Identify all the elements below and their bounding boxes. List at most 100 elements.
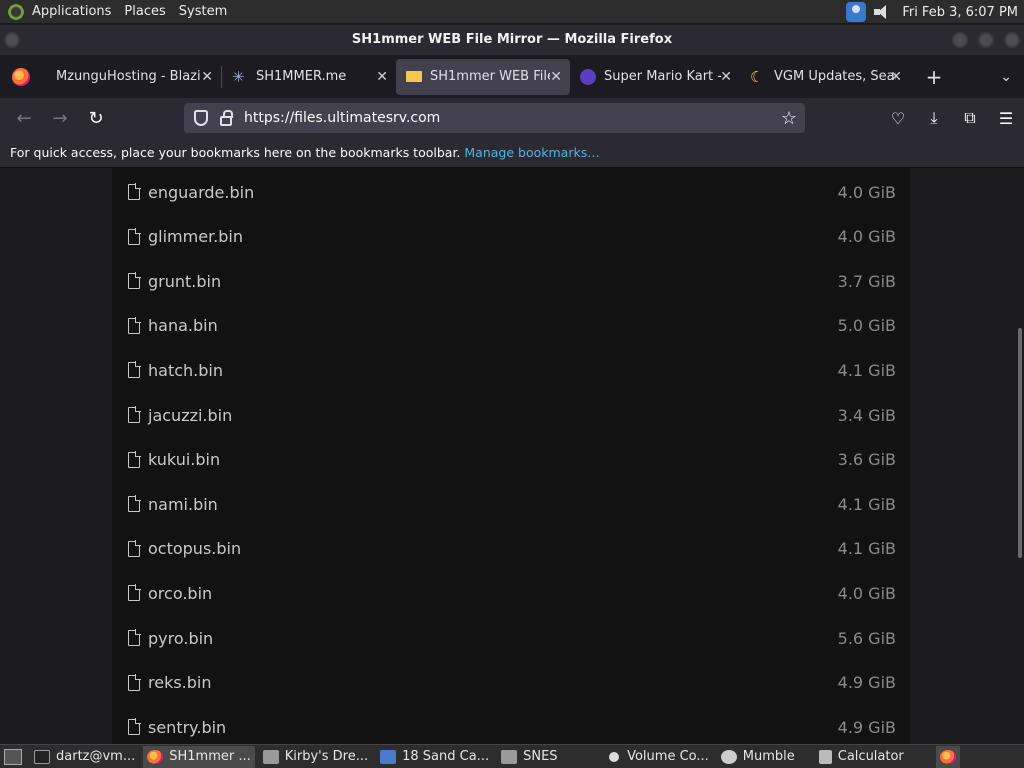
taskbar-item-terminal[interactable]: dartz@vm... <box>30 746 139 768</box>
lock-icon[interactable] <box>220 110 233 126</box>
game-icon <box>580 68 596 85</box>
folder-icon <box>406 71 422 82</box>
file-row[interactable]: sentry.bin 4.9 GiB <box>112 705 910 744</box>
file-size: 4.0 GiB <box>837 182 896 202</box>
file-row[interactable]: grunt.bin 3.7 GiB <box>112 259 910 303</box>
file-name-link[interactable]: nami.bin <box>148 495 218 514</box>
file-row[interactable]: orco.bin 4.0 GiB <box>112 571 910 615</box>
taskbar-item-label: Calculator <box>837 749 904 764</box>
file-name-link[interactable]: enguarde.bin <box>148 183 254 202</box>
tracking-protection-shield-icon[interactable] <box>194 110 208 126</box>
window-title: SH1mmer WEB File Mirror — Mozilla Firefo… <box>351 32 673 47</box>
taskbar-firefox-launcher[interactable] <box>935 745 960 768</box>
menu-hamburger-icon[interactable]: ☰ <box>988 109 1024 128</box>
manage-bookmarks-link[interactable]: Manage bookmarks… <box>464 145 599 160</box>
file-icon <box>128 495 141 513</box>
file-size: 5.6 GiB <box>837 628 896 648</box>
file-name-link[interactable]: pyro.bin <box>148 629 213 648</box>
file-row[interactable]: jacuzzi.bin 3.4 GiB <box>112 393 910 437</box>
page-content: enguarde.bin 4.0 GiB glimmer.bin 4.0 GiB gru… <box>0 168 1024 744</box>
file-row[interactable]: glimmer.bin 4.0 GiB <box>112 215 910 259</box>
tab-strip: MzunguHosting - Blazin ✕ ✳ SH1MMER.me ✕ … <box>0 55 1024 98</box>
mumble-icon <box>720 749 737 764</box>
navigation-toolbar: ← → ↻ https://files.ultimatesrv.com ☆ ♡ … <box>0 98 1024 138</box>
taskbar-item-mumble[interactable]: Mumble <box>717 746 799 768</box>
tab-title: MzunguHosting - Blazin <box>56 69 201 84</box>
firefox-view-icon[interactable] <box>12 67 30 86</box>
extensions-icon[interactable]: ⧉ <box>952 108 988 128</box>
page-scrollbar[interactable] <box>1018 328 1022 558</box>
close-icon[interactable]: ✕ <box>376 69 388 85</box>
tab-title: VGM Updates, Searc <box>774 69 896 84</box>
user-status-icon[interactable] <box>846 2 867 22</box>
banana-icon: ☾ <box>750 67 764 86</box>
pocket-icon[interactable]: ♡ <box>880 109 916 128</box>
file-name-link[interactable]: hatch.bin <box>148 361 223 380</box>
show-desktop-icon[interactable] <box>4 748 22 765</box>
taskbar-item-volume-control[interactable]: Volume Co... <box>601 746 713 768</box>
taskbar-item-label: dartz@vm... <box>56 749 136 764</box>
close-window-button[interactable] <box>1004 32 1020 48</box>
file-name-link[interactable]: grunt.bin <box>148 272 221 291</box>
window-titlebar[interactable]: SH1mmer WEB File Mirror — Mozilla Firefo… <box>0 25 1024 55</box>
file-row[interactable]: pyro.bin 5.6 GiB <box>112 616 910 660</box>
taskbar-item-kirby-folder[interactable]: Kirby's Dre... <box>259 746 372 768</box>
file-name-link[interactable]: octopus.bin <box>148 539 241 558</box>
terminal-icon <box>34 749 50 764</box>
applications-menu[interactable]: Applications <box>32 4 111 19</box>
file-name-link[interactable]: glimmer.bin <box>148 227 243 246</box>
close-icon[interactable]: ✕ <box>890 69 902 85</box>
close-icon[interactable]: ✕ <box>550 69 562 85</box>
bookmark-star-icon[interactable]: ☆ <box>781 108 797 129</box>
top-menu: Applications Places System <box>32 0 240 24</box>
back-button[interactable]: ← <box>6 108 42 129</box>
taskbar-item-firefox[interactable]: SH1mmer ... <box>143 745 255 768</box>
toolbar-right: ♡ ⤓ ⧉ ☰ <box>880 98 1024 138</box>
url-input[interactable]: https://files.ultimatesrv.com <box>244 110 440 126</box>
distro-logo-icon[interactable] <box>6 1 26 22</box>
panel-tray: Fri Feb 3, 6:07 PM <box>846 0 1018 24</box>
file-name-link[interactable]: kukui.bin <box>148 450 220 469</box>
forward-button[interactable]: → <box>42 108 78 129</box>
file-name-link[interactable]: sentry.bin <box>148 718 226 737</box>
clock[interactable]: Fri Feb 3, 6:07 PM <box>902 5 1018 20</box>
file-size: 4.1 GiB <box>837 494 896 514</box>
downloads-icon[interactable]: ⤓ <box>916 108 952 128</box>
taskbar-item-calculator[interactable]: Calculator <box>815 746 908 768</box>
new-tab-button[interactable]: + <box>920 65 948 89</box>
tab-super-mario-kart[interactable]: Super Mario Kart - N ✕ <box>570 59 740 95</box>
file-row[interactable]: reks.bin 4.9 GiB <box>112 661 910 705</box>
file-row[interactable]: octopus.bin 4.1 GiB <box>112 527 910 571</box>
file-row[interactable]: enguarde.bin 4.0 GiB <box>112 170 910 214</box>
places-menu[interactable]: Places <box>124 4 165 19</box>
volume-icon[interactable] <box>874 4 892 20</box>
file-row[interactable]: hatch.bin 4.1 GiB <box>112 348 910 392</box>
file-icon <box>128 673 141 691</box>
window-menu-button[interactable] <box>4 32 20 48</box>
tab-sh1mmer-web-file-mirror[interactable]: SH1mmer WEB File M ✕ <box>396 58 570 95</box>
system-menu[interactable]: System <box>179 4 227 19</box>
tab-sh1mmer-me[interactable]: ✳ SH1MMER.me ✕ <box>222 59 396 95</box>
file-name-link[interactable]: jacuzzi.bin <box>148 406 232 425</box>
file-size: 4.9 GiB <box>837 717 896 737</box>
file-row[interactable]: hana.bin 5.0 GiB <box>112 304 910 348</box>
file-icon <box>128 584 141 602</box>
file-size: 4.0 GiB <box>837 227 896 247</box>
tab-vgm-updates[interactable]: ☾ VGM Updates, Searc ✕ <box>740 59 910 95</box>
maximize-button[interactable] <box>978 32 994 48</box>
close-icon[interactable]: ✕ <box>720 69 732 85</box>
reload-button[interactable]: ↻ <box>78 108 114 129</box>
close-icon[interactable]: ✕ <box>201 69 213 85</box>
tab-mzunguhosting[interactable]: MzunguHosting - Blazin ✕ <box>46 59 221 95</box>
taskbar-item-snes-folder[interactable]: SNES <box>497 746 597 768</box>
file-name-link[interactable]: hana.bin <box>148 316 218 335</box>
url-bar[interactable]: https://files.ultimatesrv.com ☆ <box>184 103 805 133</box>
file-name-link[interactable]: orco.bin <box>148 584 212 603</box>
file-row[interactable]: nami.bin 4.1 GiB <box>112 482 910 526</box>
tab-title: SH1MMER.me <box>256 69 347 84</box>
list-all-tabs-button[interactable]: ⌄ <box>1000 69 1012 85</box>
file-row[interactable]: kukui.bin 3.6 GiB <box>112 438 910 482</box>
minimize-button[interactable] <box>952 32 968 48</box>
taskbar-item-18-sand-castle[interactable]: 18 Sand Ca... <box>376 746 493 768</box>
file-name-link[interactable]: reks.bin <box>148 673 212 692</box>
